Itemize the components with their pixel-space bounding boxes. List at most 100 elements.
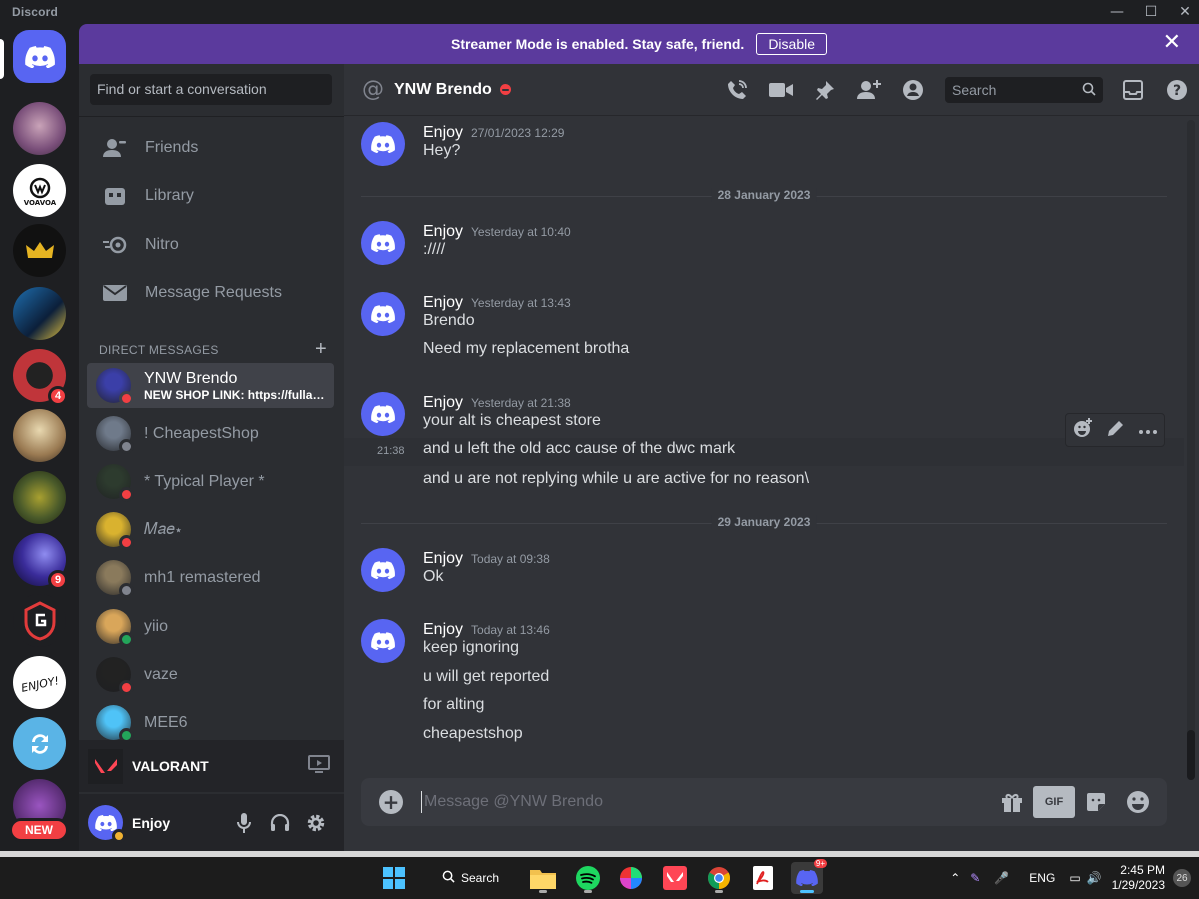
server-icon-7[interactable] <box>13 471 66 524</box>
nav-friends[interactable]: Friends <box>87 127 335 169</box>
dm-conversation[interactable]: 𝑀𝑎𝑒⋆ <box>87 507 334 552</box>
headphones-icon[interactable] <box>262 807 298 839</box>
author-name[interactable]: Enjoy <box>423 124 463 142</box>
color-app-icon[interactable] <box>615 862 647 894</box>
minimize-icon[interactable]: — <box>1103 0 1131 24</box>
volume-icon[interactable]: 🔊 <box>1087 871 1102 885</box>
taskbar-search[interactable]: Search <box>430 863 520 893</box>
server-icon-10[interactable]: ENJOY! <box>13 656 66 709</box>
author-name[interactable]: Enjoy <box>423 294 463 312</box>
sticker-icon[interactable] <box>1075 786 1117 818</box>
nav-library[interactable]: Library <box>87 175 335 217</box>
author-name[interactable]: Enjoy <box>423 223 463 241</box>
disable-button[interactable]: Disable <box>756 33 828 55</box>
spotify-icon[interactable] <box>572 862 604 894</box>
taskbar-search-label: Search <box>461 871 500 885</box>
conversation-name: 𝑀𝑎𝑒⋆ <box>144 520 183 538</box>
voice-call-icon[interactable] <box>715 68 759 112</box>
user-profile-icon[interactable] <box>891 68 935 112</box>
close-icon[interactable]: ✕ <box>1163 32 1181 54</box>
avatar <box>96 657 134 695</box>
avatar[interactable] <box>88 805 126 843</box>
microphone-tray-icon[interactable]: 🎤 <box>994 871 1009 885</box>
conversation-name: MEE6 <box>144 713 188 731</box>
maximize-icon[interactable]: ☐ <box>1137 0 1165 24</box>
more-options-icon[interactable] <box>1139 422 1157 438</box>
discord-taskbar-icon[interactable]: 9+ <box>791 859 827 894</box>
server-icon-3[interactable] <box>13 224 66 277</box>
conversation-name: vaze <box>144 665 178 683</box>
date-divider: 29 January 2023 <box>361 515 1167 529</box>
message-text: Need my replacement brotha <box>423 340 630 357</box>
windows-start-icon[interactable] <box>378 862 410 894</box>
file-explorer-icon[interactable] <box>527 862 559 894</box>
dm-conversation[interactable]: ! CheapestShop <box>87 411 334 456</box>
server-icon-2[interactable]: VOAVOA <box>13 164 66 217</box>
message-text: Brendo <box>423 312 475 329</box>
server-icon-11[interactable] <box>13 717 66 770</box>
dm-conversation[interactable]: YNW Brendo NEW SHOP LINK: https://fullacc… <box>87 363 334 408</box>
chevron-up-icon[interactable]: ⌃ <box>950 871 960 885</box>
author-name[interactable]: Enjoy <box>423 394 463 412</box>
scrollbar[interactable] <box>1187 120 1195 780</box>
server-icon-5[interactable]: 4 <box>13 349 68 406</box>
edit-pencil-icon[interactable] <box>1107 419 1125 441</box>
language-indicator[interactable]: ENG <box>1029 871 1055 885</box>
clock[interactable]: 2:45 PM 1/29/2023 <box>1112 863 1165 893</box>
message-input[interactable]: Message @YNW Brendo <box>421 791 603 813</box>
system-tray: ⌃ ✎ 🎤 ENG ▭ 🔊 2:45 PM 1/29/2023 26 <box>950 857 1199 899</box>
close-window-icon[interactable]: ✕ <box>1171 0 1199 24</box>
gift-icon[interactable] <box>991 786 1033 818</box>
author-name[interactable]: Enjoy <box>423 550 463 568</box>
server-icon-9[interactable] <box>13 594 66 647</box>
attach-plus-icon[interactable]: + <box>379 790 403 814</box>
author-avatar[interactable] <box>361 548 405 592</box>
microphone-icon[interactable] <box>226 807 262 839</box>
author-avatar[interactable] <box>361 221 405 265</box>
chrome-icon[interactable] <box>703 862 735 894</box>
svg-text:ENJOY!: ENJOY! <box>20 674 60 695</box>
add-friends-icon[interactable] <box>847 68 891 112</box>
date-divider-label: 28 January 2023 <box>711 188 817 202</box>
server-icon-4[interactable] <box>13 287 66 340</box>
dm-conversation[interactable]: yiio <box>87 604 334 649</box>
author-avatar[interactable] <box>361 619 405 663</box>
server-icon-6[interactable] <box>13 409 66 462</box>
pdf-reader-icon[interactable] <box>747 862 779 894</box>
valorant-taskbar-icon[interactable] <box>659 862 691 894</box>
settings-gear-icon[interactable] <box>298 807 334 839</box>
emoji-icon[interactable] <box>1117 786 1159 818</box>
dm-conversation[interactable]: mh1 remastered <box>87 555 334 600</box>
home-button[interactable] <box>0 30 66 83</box>
server-icon-1[interactable] <box>13 102 66 155</box>
add-reaction-icon[interactable] <box>1073 418 1093 442</box>
chat-search-input[interactable]: Search <box>945 77 1103 103</box>
svg-text:?: ? <box>1173 83 1181 99</box>
video-call-icon[interactable] <box>759 68 803 112</box>
create-dm-icon[interactable]: + <box>315 338 327 361</box>
pen-icon[interactable]: ✎ <box>970 871 980 885</box>
inbox-icon[interactable] <box>1111 68 1155 112</box>
dm-conversation[interactable]: vaze <box>87 652 334 697</box>
author-avatar[interactable] <box>361 122 405 166</box>
author-name[interactable]: Enjoy <box>423 621 463 639</box>
status-offline <box>119 439 134 454</box>
scrollbar-thumb[interactable] <box>1187 730 1195 780</box>
nav-message-requests[interactable]: Message Requests <box>87 272 335 314</box>
server-icon-8[interactable]: 9 <box>13 533 68 590</box>
help-icon[interactable]: ? <box>1155 68 1199 112</box>
gif-button[interactable]: GIF <box>1033 786 1075 818</box>
notification-count[interactable]: 26 <box>1173 869 1191 887</box>
find-conversation-input[interactable]: Find or start a conversation <box>90 74 332 105</box>
stream-icon[interactable] <box>308 754 330 778</box>
nav-nitro[interactable]: Nitro <box>87 224 335 266</box>
pin-icon[interactable] <box>803 68 847 112</box>
dm-conversation[interactable]: MEE6 <box>87 700 334 745</box>
message-header: Enjoy Today at 09:38 <box>423 550 550 568</box>
recipient-name[interactable]: YNW Brendo <box>394 81 492 99</box>
network-icon[interactable]: ▭ <box>1069 871 1080 885</box>
dm-conversation[interactable]: * Typical Player * <box>87 459 334 504</box>
author-avatar[interactable] <box>361 392 405 436</box>
conversation-name: mh1 remastered <box>144 568 261 586</box>
author-avatar[interactable] <box>361 292 405 336</box>
